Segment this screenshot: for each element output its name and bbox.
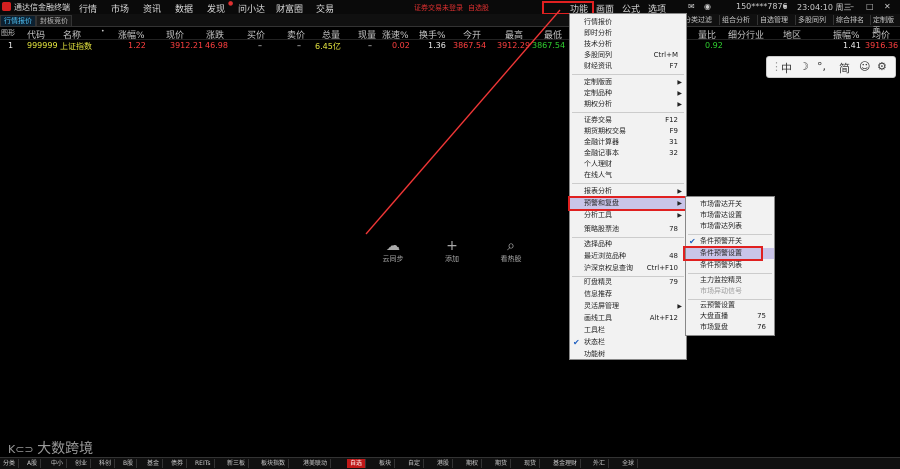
bottom-tab-chuangye[interactable]: 创业 bbox=[72, 459, 92, 468]
bottom-tab-bgu[interactable]: B股 bbox=[120, 459, 138, 468]
menu-separator bbox=[572, 183, 684, 184]
menu-item-zaixian-renqi[interactable]: 在线人气 bbox=[570, 170, 686, 181]
watermark-text: 大数跨境 bbox=[37, 441, 94, 457]
submenu-arrow-icon: ▶ bbox=[677, 303, 682, 310]
check-icon: ✔ bbox=[573, 338, 580, 347]
submenu-arrow-icon: ▶ bbox=[677, 212, 682, 219]
menu-item-zhengquan-jiaoyi[interactable]: 证券交易 F12 bbox=[570, 115, 686, 126]
menu-item-gongnengshu[interactable]: 功能树 bbox=[570, 349, 686, 360]
menu-item-zhuangtailan[interactable]: ✔ 状态栏 bbox=[570, 337, 686, 348]
submenu-item-leida-shezhi[interactable]: 市场雷达设置 bbox=[686, 210, 774, 221]
bottom-tab-qihuo[interactable]: 期货 bbox=[492, 459, 512, 468]
bottom-tab-kechuang[interactable]: 科创 bbox=[96, 459, 116, 468]
menu-item-fenxi-gongju[interactable]: 分析工具 ▶ bbox=[570, 210, 686, 221]
hot-stocks-label: 看热股 bbox=[500, 255, 522, 263]
submenu-item-yujing-liebiao[interactable]: 条件预警列表 bbox=[686, 260, 774, 271]
plus-icon: + bbox=[446, 238, 458, 254]
bottom-tab-reits[interactable]: REITs bbox=[192, 459, 215, 468]
menu-item-jinrong-jisuanqi[interactable]: 金融计算器 31 bbox=[570, 137, 686, 148]
alert-submenu: 市场雷达开关 市场雷达设置 市场雷达列表 ✔ 条件预警开关 条件预警设置 条件预警… bbox=[685, 196, 775, 336]
submenu-arrow-icon: ▶ bbox=[677, 101, 682, 108]
menu-separator bbox=[572, 74, 684, 75]
bottom-tab-zixuan[interactable]: 自选 bbox=[347, 459, 367, 468]
bottom-tab-zidingyi[interactable]: 自定 bbox=[405, 459, 425, 468]
submenu-item-shichang-fupan[interactable]: 市场复盘 76 bbox=[686, 322, 774, 333]
menu-separator bbox=[572, 237, 684, 238]
menu-item-linghuoping[interactable]: 灵活屏管理 ▶ bbox=[570, 301, 686, 312]
bottom-tab-jijin[interactable]: 基金 bbox=[144, 459, 164, 468]
hot-stocks-icon: ⌕ bbox=[507, 238, 515, 254]
bottom-tab-ganggu[interactable]: 港股 bbox=[434, 459, 454, 468]
bottom-tab-gangmei[interactable]: 港美联动 bbox=[300, 459, 332, 468]
menu-item-quanxi-chaxun[interactable]: 沪深京权息查询 Ctrl+F10 bbox=[570, 263, 686, 274]
watermark: K⊂⊃ 大数跨境 bbox=[8, 438, 93, 458]
highlight-yujing-shezhi-box bbox=[683, 246, 763, 261]
highlight-yujing-box bbox=[568, 196, 688, 211]
menu-item-celue-gupiaochi[interactable]: 策略股票池 78 bbox=[570, 224, 686, 235]
menu-item-dingpan-jingling[interactable]: 盯盘精灵 79 bbox=[570, 277, 686, 288]
menu-item-huaxian-gongju[interactable]: 画线工具 Alt+F12 bbox=[570, 313, 686, 324]
bottom-tab-bar: 分类 A股 中小 创业 科创 B股 基金 债券 REITs 新三板 板块指数 港… bbox=[0, 457, 900, 469]
bottom-tab-fenlei[interactable]: 分类 bbox=[0, 459, 20, 468]
menu-item-xinxi-tuijian[interactable]: 信息推荐 bbox=[570, 289, 686, 300]
menu-separator bbox=[572, 112, 684, 113]
bottom-tab-zhongxiao[interactable]: 中小 bbox=[48, 459, 68, 468]
menu-item-hangqing-baojia[interactable]: 行情报价 bbox=[570, 17, 686, 28]
submenu-arrow-icon: ▶ bbox=[677, 90, 682, 97]
submenu-arrow-icon: ▶ bbox=[677, 79, 682, 86]
watermark-logo-icon: K⊂⊃ bbox=[8, 443, 38, 456]
submenu-item-yun-yujing[interactable]: 云预警设置 bbox=[686, 300, 774, 311]
add-label: 添加 bbox=[445, 255, 459, 263]
cloud-icon: ☁ bbox=[386, 238, 400, 254]
menu-item-qiquan-fenxi[interactable]: 期权分析 ▶ bbox=[570, 99, 686, 110]
bottom-tab-quanqiu[interactable]: 全球 bbox=[619, 459, 639, 468]
menu-item-qihuo-jiaoyi[interactable]: 期货期权交易 F9 bbox=[570, 126, 686, 137]
bottom-tab-agu[interactable]: A股 bbox=[24, 459, 42, 468]
bottom-tab-bankuai-zhishu[interactable]: 板块指数 bbox=[258, 459, 290, 468]
cloud-sync-label: 云同步 bbox=[382, 255, 404, 263]
cloud-sync-button[interactable]: ☁ 云同步 bbox=[378, 238, 408, 264]
menu-item-xuanze-pinzhong[interactable]: 选择品种 bbox=[570, 239, 686, 250]
bottom-tab-xinsanban[interactable]: 新三板 bbox=[224, 459, 250, 468]
bottom-tab-bankuai[interactable]: 板块 bbox=[376, 459, 396, 468]
submenu-item-dapan-zhibo[interactable]: 大盘直播 75 bbox=[686, 311, 774, 322]
function-menu: 行情报价 即时分析 技术分析 多股同列 Ctrl+M 财经资讯 F7 定制版面 ▶ 定… bbox=[569, 13, 687, 360]
bottom-tab-zhaiquan[interactable]: 债券 bbox=[168, 459, 188, 468]
menu-item-gongjulan[interactable]: 工具栏 bbox=[570, 325, 686, 336]
add-button[interactable]: + 添加 bbox=[437, 238, 467, 264]
submenu-item-leida-kaiguan[interactable]: 市场雷达开关 bbox=[686, 199, 774, 210]
bottom-tab-waihui[interactable]: 外汇 bbox=[590, 459, 610, 468]
submenu-item-yidong-xinhao[interactable]: 市场异动信号 bbox=[686, 286, 774, 297]
hot-stocks-button[interactable]: ⌕ 看热股 bbox=[494, 238, 528, 264]
bottom-tab-qiquan[interactable]: 期权 bbox=[463, 459, 483, 468]
menu-item-jishu-fenxi[interactable]: 技术分析 bbox=[570, 39, 686, 50]
menu-item-dingzhi-pinzhong[interactable]: 定制品种 ▶ bbox=[570, 88, 686, 99]
submenu-item-leida-liebiao[interactable]: 市场雷达列表 bbox=[686, 221, 774, 232]
menu-item-jishi-fenxi[interactable]: 即时分析 bbox=[570, 28, 686, 39]
menu-item-geren-licai[interactable]: 个人理财 bbox=[570, 159, 686, 170]
bottom-tab-jijin-licai[interactable]: 基金理财 bbox=[550, 459, 582, 468]
menu-item-duogu-tonglie[interactable]: 多股同列 Ctrl+M bbox=[570, 50, 686, 61]
menu-item-jinrong-jishiben[interactable]: 金融记事本 32 bbox=[570, 148, 686, 159]
menu-item-zuijin-liulan[interactable]: 最近浏览品种 48 bbox=[570, 251, 686, 262]
menu-item-caijing-zixun[interactable]: 财经资讯 F7 bbox=[570, 61, 686, 72]
menu-separator bbox=[688, 234, 772, 235]
menu-separator bbox=[688, 273, 772, 274]
menu-item-dingzhi-banmian[interactable]: 定制版面 ▶ bbox=[570, 77, 686, 88]
bottom-tab-xianhuo[interactable]: 现货 bbox=[521, 459, 541, 468]
submenu-item-zhuli-jiankong[interactable]: 主力监控精灵 bbox=[686, 275, 774, 286]
